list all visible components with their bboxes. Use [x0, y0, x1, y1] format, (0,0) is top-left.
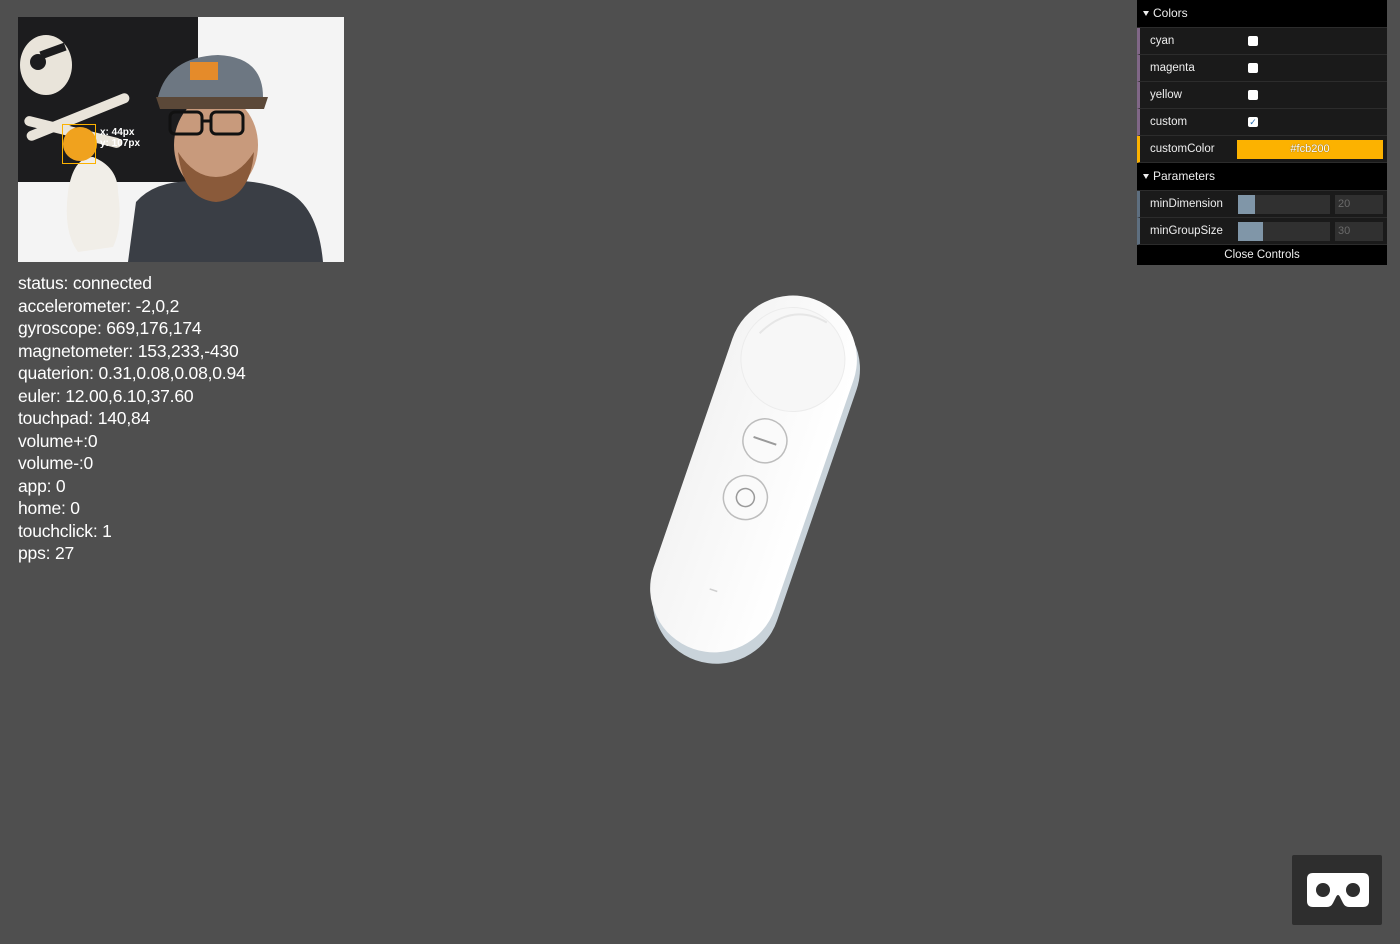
- tracker-box: [62, 124, 96, 164]
- volume-up-line: volume+:0: [18, 430, 98, 451]
- folder-collapse-icon: [1143, 11, 1149, 16]
- euler-line: euler: 12.00,6.10,37.60: [18, 385, 194, 406]
- touchclick-line: touchclick: 1: [18, 520, 112, 541]
- magenta-checkbox[interactable]: [1248, 63, 1258, 73]
- cardboard-vr-icon: [1307, 873, 1369, 907]
- parameters-folder-title: Parameters: [1153, 169, 1216, 183]
- magenta-label: magenta: [1150, 62, 1195, 74]
- min-dimension-input[interactable]: 20: [1335, 195, 1383, 214]
- min-dimension-slider[interactable]: [1238, 195, 1330, 214]
- volume-down-line: volume-:0: [18, 453, 94, 473]
- status-line: status: connected: [18, 273, 152, 293]
- app-line: app: 0: [18, 475, 66, 496]
- home-line: home: 0: [18, 498, 80, 518]
- sensor-status-list: status: connected accelerometer: -2,0,2 …: [18, 272, 246, 565]
- custom-color-label: customColor: [1150, 143, 1215, 155]
- parameters-folder-header[interactable]: Parameters: [1137, 163, 1387, 191]
- tracker-x-label: x: 44px: [100, 127, 135, 138]
- magnetometer-line: magnetometer: 153,233,-430: [18, 340, 239, 361]
- tracker-y-label: y: 107px: [100, 138, 141, 149]
- custom-color-row[interactable]: customColor #fcb200: [1137, 136, 1387, 163]
- pps-line: pps: 27: [18, 543, 75, 563]
- min-group-size-slider-fill: [1238, 222, 1263, 241]
- min-group-size-slider[interactable]: [1238, 222, 1330, 241]
- yellow-option-row[interactable]: yellow: [1137, 82, 1387, 109]
- min-group-size-label: minGroupSize: [1150, 225, 1223, 237]
- touchpad-line: touchpad: 140,84: [18, 408, 151, 428]
- controls-panel: Colors cyan magenta yellow custom ✓ cust…: [1137, 0, 1387, 265]
- min-group-size-input[interactable]: 30: [1335, 222, 1383, 241]
- colors-folder-header[interactable]: Colors: [1137, 0, 1387, 28]
- min-dimension-slider-fill: [1238, 195, 1255, 214]
- accelerometer-line: accelerometer: -2,0,2: [18, 295, 180, 316]
- magenta-option-row[interactable]: magenta: [1137, 55, 1387, 82]
- yellow-label: yellow: [1150, 89, 1182, 101]
- custom-option-row[interactable]: custom ✓: [1137, 109, 1387, 136]
- custom-checkbox[interactable]: ✓: [1248, 117, 1258, 127]
- enter-vr-button[interactable]: [1292, 855, 1382, 925]
- min-dimension-label: minDimension: [1150, 198, 1223, 210]
- gyroscope-line: gyroscope: 669,176,174: [18, 318, 202, 338]
- controller-3d-model[interactable]: [620, 280, 890, 690]
- cyan-option-row[interactable]: cyan: [1137, 28, 1387, 55]
- cyan-checkbox[interactable]: [1248, 36, 1258, 46]
- cyan-label: cyan: [1150, 35, 1175, 47]
- close-controls-button[interactable]: Close Controls: [1137, 245, 1387, 265]
- colors-folder-title: Colors: [1153, 6, 1188, 20]
- quaternion-line: quaterion: 0.31,0.08,0.08,0.94: [18, 363, 246, 383]
- webcam-preview: x: 44px y: 107px: [18, 17, 344, 262]
- min-group-size-row[interactable]: minGroupSize 30: [1137, 218, 1387, 245]
- min-dimension-row[interactable]: minDimension 20: [1137, 191, 1387, 218]
- custom-label: custom: [1150, 116, 1188, 128]
- yellow-checkbox[interactable]: [1248, 90, 1258, 100]
- folder-collapse-icon: [1143, 174, 1149, 179]
- custom-color-picker[interactable]: #fcb200: [1237, 140, 1383, 159]
